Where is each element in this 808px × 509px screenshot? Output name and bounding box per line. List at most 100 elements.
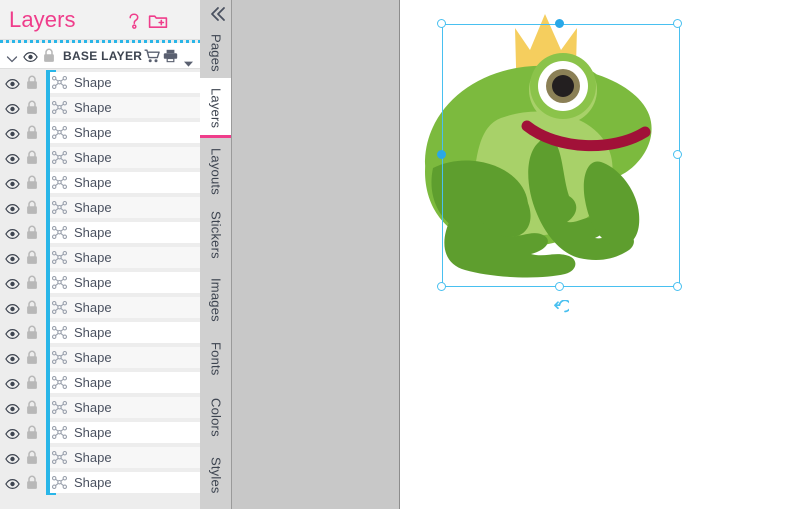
layer-row[interactable]: Shape xyxy=(0,245,200,270)
lock-icon[interactable] xyxy=(26,75,38,90)
eye-icon[interactable] xyxy=(5,177,20,190)
lock-icon[interactable] xyxy=(26,100,38,115)
layer-row-body[interactable]: Shape xyxy=(50,347,200,368)
layer-row[interactable]: Shape xyxy=(0,320,200,345)
caret-down-icon[interactable] xyxy=(184,54,193,67)
layer-row[interactable]: Shape xyxy=(0,295,200,320)
resize-handle-middle-right[interactable] xyxy=(673,150,682,159)
panel-header: Layers xyxy=(0,0,200,40)
eye-icon[interactable] xyxy=(5,327,20,340)
tab-colors[interactable]: Colors xyxy=(200,388,232,446)
layer-row-body[interactable]: Shape xyxy=(50,147,200,168)
resize-handle-top-center[interactable] xyxy=(555,19,564,28)
layer-row[interactable]: Shape xyxy=(0,120,200,145)
eye-icon[interactable] xyxy=(5,227,20,240)
cart-icon[interactable] xyxy=(144,49,160,63)
layer-row[interactable]: Shape xyxy=(0,395,200,420)
lock-icon[interactable] xyxy=(26,250,38,265)
layer-row[interactable]: Shape xyxy=(0,170,200,195)
layer-row[interactable]: Shape xyxy=(0,370,200,395)
tab-stickers[interactable]: Stickers xyxy=(200,200,232,270)
resize-handle-bottom-center[interactable] xyxy=(555,282,564,291)
lock-icon[interactable] xyxy=(26,200,38,215)
lock-icon[interactable] xyxy=(26,400,38,415)
layer-row-body[interactable]: Shape xyxy=(50,372,200,393)
lock-icon[interactable] xyxy=(26,350,38,365)
eye-icon[interactable] xyxy=(5,352,20,365)
lock-icon[interactable] xyxy=(26,325,38,340)
lock-icon[interactable] xyxy=(26,375,38,390)
eye-icon[interactable] xyxy=(5,102,20,115)
layer-row-body[interactable]: Shape xyxy=(50,322,200,343)
eye-icon[interactable] xyxy=(5,452,20,465)
eye-icon[interactable] xyxy=(5,252,20,265)
resize-handle-bottom-right[interactable] xyxy=(673,282,682,291)
eye-icon[interactable] xyxy=(5,77,20,90)
lock-icon[interactable] xyxy=(26,225,38,240)
layer-row-body[interactable]: Shape xyxy=(50,222,200,243)
layer-row-body[interactable]: Shape xyxy=(50,472,200,493)
frog-prince-illustration[interactable] xyxy=(401,0,808,330)
layer-list[interactable]: Shape Shape Shape Shape Shape Shape Shap… xyxy=(0,70,200,509)
add-folder-icon[interactable] xyxy=(148,11,168,31)
layer-row-body[interactable]: Shape xyxy=(50,97,200,118)
question-mark-icon[interactable] xyxy=(124,11,144,31)
layer-row[interactable]: Shape xyxy=(0,445,200,470)
eye-icon[interactable] xyxy=(5,402,20,415)
layer-row-body[interactable]: Shape xyxy=(50,122,200,143)
layer-row[interactable]: Shape xyxy=(0,145,200,170)
layer-row[interactable]: Shape xyxy=(0,220,200,245)
resize-handle-top-left[interactable] xyxy=(437,19,446,28)
layer-row-body[interactable]: Shape xyxy=(50,247,200,268)
lock-icon[interactable] xyxy=(26,450,38,465)
eye-icon[interactable] xyxy=(5,277,20,290)
layer-row[interactable]: Shape xyxy=(0,345,200,370)
layer-row-body[interactable]: Shape xyxy=(50,272,200,293)
eye-icon[interactable] xyxy=(5,302,20,315)
eye-icon[interactable] xyxy=(5,202,20,215)
tab-images[interactable]: Images xyxy=(200,270,232,330)
double-chevron-left-icon[interactable] xyxy=(200,0,232,28)
eye-icon[interactable] xyxy=(5,477,20,490)
layer-row-body[interactable]: Shape xyxy=(50,72,200,93)
layer-row[interactable]: Shape xyxy=(0,95,200,120)
resize-handle-middle-left[interactable] xyxy=(437,150,446,159)
layer-row-body[interactable]: Shape xyxy=(50,397,200,418)
tab-layers[interactable]: Layers xyxy=(200,78,232,138)
canvas-sheet[interactable] xyxy=(401,0,808,509)
tab-styles[interactable]: Styles xyxy=(200,446,232,504)
layer-row[interactable]: Shape xyxy=(0,195,200,220)
lock-icon[interactable] xyxy=(26,150,38,165)
layer-row[interactable]: Shape xyxy=(0,70,200,95)
chevron-down-icon[interactable] xyxy=(6,51,18,63)
base-layer-row[interactable]: BASE LAYER xyxy=(0,43,200,69)
eye-icon[interactable] xyxy=(23,50,38,63)
layer-row-body[interactable]: Shape xyxy=(50,447,200,468)
layer-row-body[interactable]: Shape xyxy=(50,172,200,193)
printer-icon[interactable] xyxy=(163,49,178,63)
tab-pages[interactable]: Pages xyxy=(200,28,232,78)
layer-row-body[interactable]: Shape xyxy=(50,297,200,318)
lock-icon[interactable] xyxy=(26,425,38,440)
layer-row[interactable]: Shape xyxy=(0,420,200,445)
lock-icon[interactable] xyxy=(26,125,38,140)
lock-icon[interactable] xyxy=(26,275,38,290)
lock-icon[interactable] xyxy=(26,475,38,490)
resize-handle-top-right[interactable] xyxy=(673,19,682,28)
layer-row-body[interactable]: Shape xyxy=(50,197,200,218)
lock-icon[interactable] xyxy=(43,48,55,63)
eye-icon[interactable] xyxy=(5,377,20,390)
layer-row-body[interactable]: Shape xyxy=(50,422,200,443)
vector-shape-icon xyxy=(51,450,68,465)
lock-icon[interactable] xyxy=(26,175,38,190)
layer-row[interactable]: Shape xyxy=(0,470,200,495)
lock-icon[interactable] xyxy=(26,300,38,315)
tab-layouts[interactable]: Layouts xyxy=(200,142,232,200)
layer-row[interactable]: Shape xyxy=(0,270,200,295)
eye-icon[interactable] xyxy=(5,127,20,140)
tab-fonts[interactable]: Fonts xyxy=(200,330,232,388)
resize-handle-bottom-left[interactable] xyxy=(437,282,446,291)
eye-icon[interactable] xyxy=(5,152,20,165)
eye-icon[interactable] xyxy=(5,427,20,440)
rotate-ccw-icon[interactable] xyxy=(551,299,572,318)
